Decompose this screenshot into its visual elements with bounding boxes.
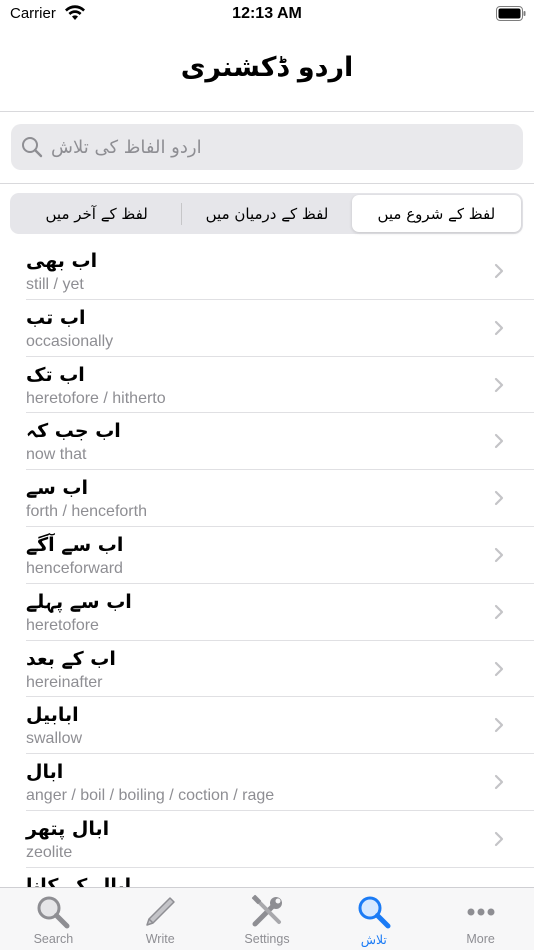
entry-word: ابال کے کانا <box>26 874 132 887</box>
section-divider <box>0 183 534 184</box>
segment-label: لفظ کے شروع میں <box>377 204 496 223</box>
entry-word: اب بھی <box>26 250 98 272</box>
entry-word: اب سے <box>26 477 89 500</box>
tab-settings[interactable]: Settings <box>214 888 321 950</box>
search-blue-icon <box>358 896 391 929</box>
entry-word: اب کے بعد <box>26 647 116 670</box>
tab-bar: Search Write Settings تلاش More <box>0 887 534 950</box>
entry-meaning: anger / boil / boiling / coction / rage <box>26 787 275 805</box>
tab-label: Settings <box>244 932 290 946</box>
search-icon <box>22 137 43 158</box>
entry-meaning: now that <box>26 446 87 464</box>
status-bar: Carrier 12:13 AM <box>0 0 534 28</box>
list-item[interactable]: اب تک heretofore / hitherto <box>26 357 534 414</box>
more-dots-icon <box>467 908 495 916</box>
entry-meaning: henceforward <box>26 559 123 577</box>
entry-word: اب سے آگے <box>26 533 124 556</box>
chevron-right-icon <box>494 377 504 392</box>
list-item[interactable]: اب سے پہلے heretofore <box>26 584 534 641</box>
search-bar[interactable] <box>11 124 523 170</box>
chevron-right-icon <box>494 718 504 733</box>
entry-word: ابال <box>26 761 64 784</box>
entry-word: اب سے پہلے <box>26 590 132 613</box>
word-list: اب بھی still / yet اب تب occasionally اب… <box>0 243 534 887</box>
chevron-right-icon <box>494 775 504 790</box>
status-time: 12:13 AM <box>232 5 302 22</box>
pen-icon <box>146 897 175 926</box>
match-position-segmented-control: لفظ کے آخر میں لفظ کے درمیان میں لفظ کے … <box>10 193 523 234</box>
tab-write[interactable]: Write <box>107 888 214 950</box>
tools-icon <box>251 894 282 927</box>
entry-word: اب تب <box>26 306 86 329</box>
entry-meaning: forth / henceforth <box>26 503 147 521</box>
list-item[interactable]: ابال پتھر zeolite <box>26 811 534 868</box>
tab-label: Search <box>33 932 74 946</box>
entry-meaning: occasionally <box>26 332 114 350</box>
list-item[interactable]: اب تب occasionally <box>26 300 534 357</box>
entry-meaning: hereinafter <box>26 673 103 691</box>
list-item[interactable]: اب بھی still / yet <box>26 243 534 300</box>
segment-label: لفظ کے درمیان میں <box>205 204 329 223</box>
entry-word: ابابیل <box>26 704 79 727</box>
chevron-right-icon <box>494 831 504 847</box>
chevron-right-icon <box>494 661 504 676</box>
tab-more[interactable]: More <box>427 888 534 950</box>
list-item[interactable]: ابال anger / boil / boiling / coction / … <box>26 754 534 811</box>
magnifier-icon <box>37 896 70 929</box>
chevron-right-icon <box>494 604 504 619</box>
chevron-right-icon <box>494 434 504 449</box>
page-title: اردو ڈکشنری <box>180 52 354 83</box>
segment-word-end[interactable]: لفظ کے آخر میں <box>12 195 181 232</box>
battery-icon <box>496 6 526 21</box>
chevron-right-icon <box>494 491 504 506</box>
nav-divider <box>0 111 534 112</box>
chevron-right-icon <box>494 547 504 563</box>
tab-label: Write <box>145 932 175 946</box>
list-item[interactable]: اب سے forth / henceforth <box>26 470 534 527</box>
entry-word: اب تک <box>26 363 85 386</box>
tab-label: تلاش <box>360 933 387 947</box>
list-item[interactable]: اب کے بعد hereinafter <box>26 641 534 698</box>
entry-meaning: heretofore / hitherto <box>26 389 166 407</box>
list-item[interactable]: اب جب کہ now that <box>26 413 534 471</box>
segment-word-middle[interactable]: لفظ کے درمیان میں <box>182 195 351 232</box>
search-input[interactable] <box>51 124 511 170</box>
entry-meaning: heretofore <box>26 616 99 634</box>
entry-meaning: swallow <box>26 730 83 748</box>
entry-meaning: still / yet <box>26 276 84 293</box>
tab-urdu-search[interactable]: تلاش <box>320 888 427 950</box>
list-item[interactable]: اب سے آگے henceforward <box>26 527 534 584</box>
entry-word: ابال پتھر <box>26 817 110 840</box>
chevron-right-icon <box>494 320 504 335</box>
tab-label: More <box>466 932 495 946</box>
entry-word: اب جب کہ <box>26 420 121 443</box>
segment-label: لفظ کے آخر میں <box>45 204 148 223</box>
segment-word-start[interactable]: لفظ کے شروع میں <box>351 195 521 232</box>
tab-search[interactable]: Search <box>0 888 107 950</box>
list-item[interactable]: ابال کے کانا <box>26 868 534 887</box>
chevron-right-icon <box>494 263 504 279</box>
entry-meaning: zeolite <box>26 843 73 861</box>
list-item[interactable]: ابابیل swallow <box>26 697 534 755</box>
